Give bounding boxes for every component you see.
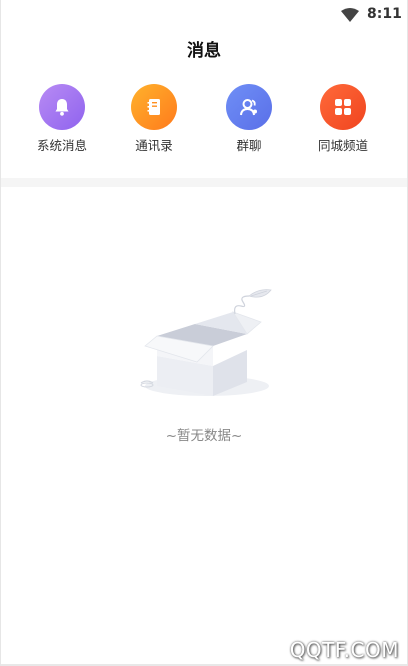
- grid-icon: [335, 99, 351, 115]
- entry-label: 群聊: [236, 138, 262, 153]
- entry-contacts[interactable]: 通讯录: [109, 84, 199, 154]
- entry-label: 同城频道: [317, 138, 368, 153]
- page-title: 消息: [187, 41, 221, 61]
- entry-row: 系统消息 通讯录 群聊 同城频道: [1, 84, 407, 164]
- wifi-icon: [341, 8, 359, 22]
- group-chat-icon: [240, 99, 257, 116]
- entry-icon-circle: [131, 84, 177, 130]
- bell-icon: [55, 99, 69, 116]
- entry-group-chat[interactable]: 群聊: [204, 84, 294, 154]
- message-page: 8:11 消息 系统消息 通讯录 群聊 同城频道 ~暂无数据~ QQTF.COM: [0, 0, 408, 666]
- entry-label: 系统消息: [36, 138, 87, 153]
- entry-icon-circle: [320, 84, 366, 130]
- empty-state-text: ~暂无数据~: [165, 428, 243, 444]
- section-divider: [1, 178, 407, 187]
- entry-local-channel[interactable]: 同城频道: [298, 84, 388, 154]
- status-time: 8:11: [367, 6, 402, 22]
- entry-icon-circle: [226, 84, 272, 130]
- entry-system-messages[interactable]: 系统消息: [17, 84, 107, 154]
- watermark: QQTF.COM: [289, 638, 399, 662]
- address-book-icon: [147, 99, 160, 115]
- empty-box-icon: [140, 289, 272, 396]
- status-bar: 8:11: [1, 0, 407, 30]
- entry-label: 通讯录: [135, 138, 173, 153]
- entry-icon-circle: [39, 84, 85, 130]
